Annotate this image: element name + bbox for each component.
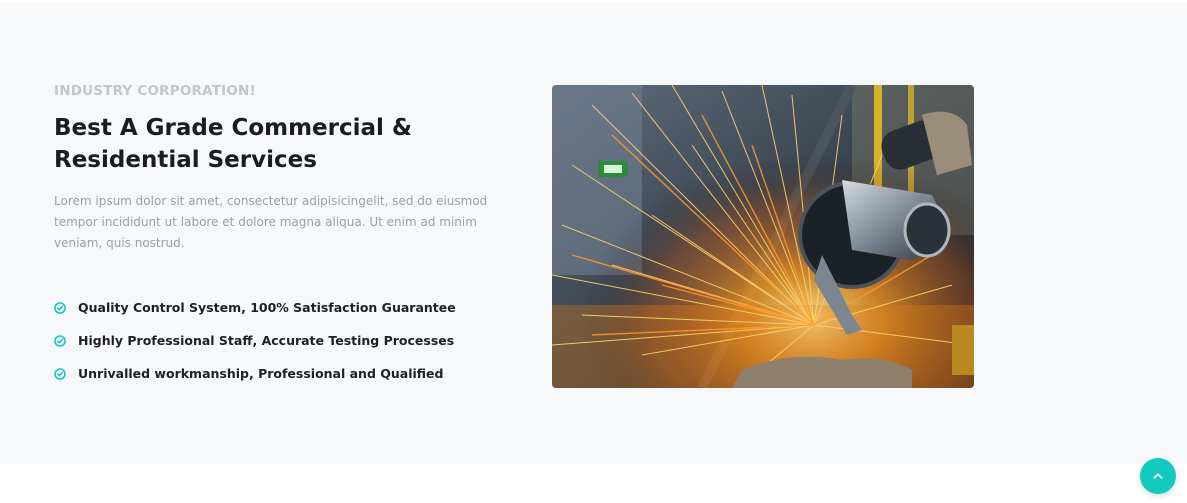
- section-title: Best A Grade Commercial & Residential Se…: [54, 115, 412, 173]
- grinder-sparks-photo: [552, 85, 974, 388]
- feature-item: Highly Professional Staff, Accurate Test…: [54, 324, 456, 357]
- photo-illustration: [552, 85, 974, 388]
- section-description: Lorem ipsum dolor sit amet, consectetur …: [54, 194, 488, 250]
- check-circle-icon: [54, 334, 66, 347]
- about-section: INDUSTRY CORPORATION! Best A Grade Comme…: [0, 3, 1187, 464]
- feature-item: Quality Control System, 100% Satisfactio…: [54, 291, 456, 324]
- feature-text: Highly Professional Staff, Accurate Test…: [78, 333, 455, 348]
- feature-item: Unrivalled workmanship, Professional and…: [54, 357, 456, 390]
- section-eyebrow: INDUSTRY CORPORATION!: [54, 83, 256, 99]
- scroll-to-top-button[interactable]: [1140, 458, 1176, 494]
- check-circle-icon: [54, 367, 66, 380]
- feature-text: Unrivalled workmanship, Professional and…: [78, 366, 444, 381]
- feature-text: Quality Control System, 100% Satisfactio…: [78, 300, 456, 315]
- chevron-up-icon: [1153, 473, 1163, 479]
- feature-list: Quality Control System, 100% Satisfactio…: [54, 291, 456, 390]
- check-circle-icon: [54, 301, 66, 314]
